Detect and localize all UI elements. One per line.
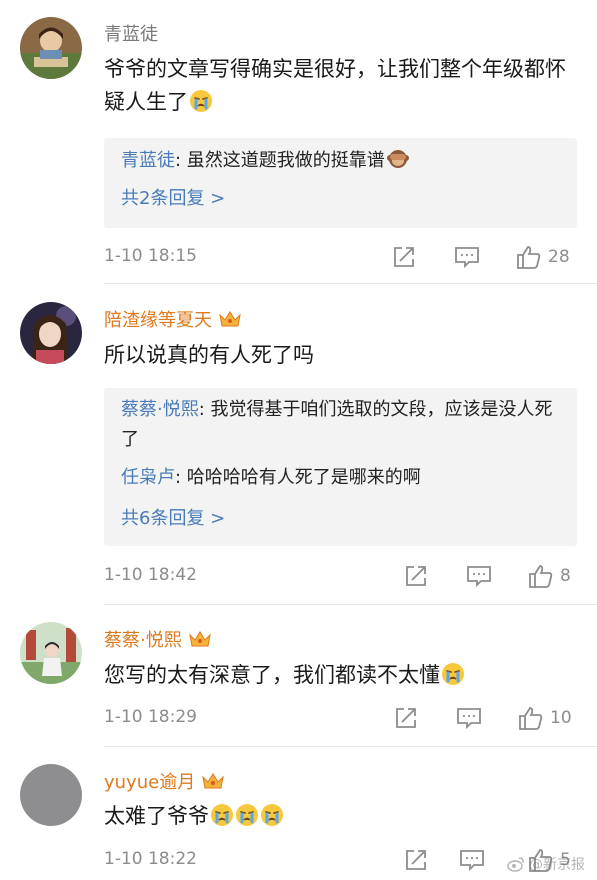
comment-meta: 1-10 18:29 10 [104,703,577,733]
avatar[interactable] [20,764,82,826]
like-count: 28 [548,247,570,267]
comment-button[interactable] [466,561,492,591]
comment-text: 您写的太有深意了，我们都读不太懂 [104,659,574,692]
comment-icon [460,850,484,872]
comment-time: 1-10 18:29 [104,707,197,727]
weibo-logo-icon [507,857,524,872]
comment-meta: 1-10 18:42 8 [104,561,577,591]
comment-time: 1-10 18:15 [104,246,197,266]
share-button[interactable] [404,845,428,875]
divider [104,604,597,605]
comment-time: 1-10 18:22 [104,849,197,869]
reply-box: 蔡蔡·悦熙: 我觉得基于咱们选取的文段，应该是没人死了 任枭卢: 哈哈哈哈有人死… [104,388,577,546]
like-button[interactable]: 8 [528,561,571,591]
avatar[interactable] [20,17,82,79]
comment-meta: 1-10 18:15 28 [104,242,577,272]
comment-icon [467,566,491,588]
like-count: 8 [560,566,571,586]
share-button[interactable] [404,561,428,591]
comment-icon [455,247,479,269]
reply-name[interactable]: 蔡蔡·悦熙 [121,399,199,420]
comment-icon [457,708,481,730]
crying-emoji-icon [235,803,259,827]
share-button[interactable] [392,242,416,272]
like-button[interactable]: 10 [518,703,572,733]
comment-button[interactable] [456,703,482,733]
commenter-name[interactable]: 青蓝徒 [104,20,158,46]
like-count: 10 [550,708,572,728]
divider [104,283,597,284]
share-icon [406,566,426,586]
like-button[interactable]: 28 [516,242,570,272]
reply-name[interactable]: 青蓝徒 [121,150,175,171]
commenter-name[interactable]: 陪渣缘等夏天 [104,306,242,332]
reply-item[interactable]: 蔡蔡·悦熙: 我觉得基于咱们选取的文段，应该是没人死了 [121,395,561,455]
more-replies-link[interactable]: 共6条回复 > [121,504,225,530]
avatar[interactable] [20,622,82,684]
crying-emoji-icon [189,89,213,113]
reply-item[interactable]: 青蓝徒: 虽然这道题我做的挺靠谱 [121,146,561,176]
share-icon [394,247,414,267]
comment-text: 太难了爷爷 [104,800,574,833]
thumbs-up-icon [519,707,543,730]
share-icon [396,708,416,728]
reply-name[interactable]: 任枭卢 [121,467,175,488]
vip-crown-icon [201,771,225,791]
crying-emoji-icon [441,662,465,686]
reply-box: 青蓝徒: 虽然这道题我做的挺靠谱 共2条回复 > [104,138,577,228]
see-no-evil-monkey-icon [386,146,410,170]
commenter-name[interactable]: yuyue逾月 [104,768,225,794]
reply-item[interactable]: 任枭卢: 哈哈哈哈有人死了是哪来的啊 [121,463,561,493]
divider [104,746,597,747]
crying-emoji-icon [260,803,284,827]
comment-text: 爷爷的文章写得确实是很好，让我们整个年级都怀疑人生了 [104,57,566,114]
comment-time: 1-10 18:42 [104,565,197,585]
thumbs-up-icon [517,246,541,269]
crying-emoji-icon [210,803,234,827]
share-icon [406,850,426,870]
comment-button[interactable] [454,242,480,272]
vip-crown-icon [188,629,212,649]
comment-text: 所以说真的有人死了吗 [104,343,314,367]
commenter-name[interactable]: 蔡蔡·悦熙 [104,626,212,652]
vip-crown-icon [218,309,242,329]
comment-button[interactable] [459,845,485,875]
more-replies-link[interactable]: 共2条回复 > [121,184,225,210]
thumbs-up-icon [529,565,553,588]
avatar[interactable] [20,302,82,364]
share-button[interactable] [394,703,418,733]
watermark: @新京报 [507,854,585,874]
